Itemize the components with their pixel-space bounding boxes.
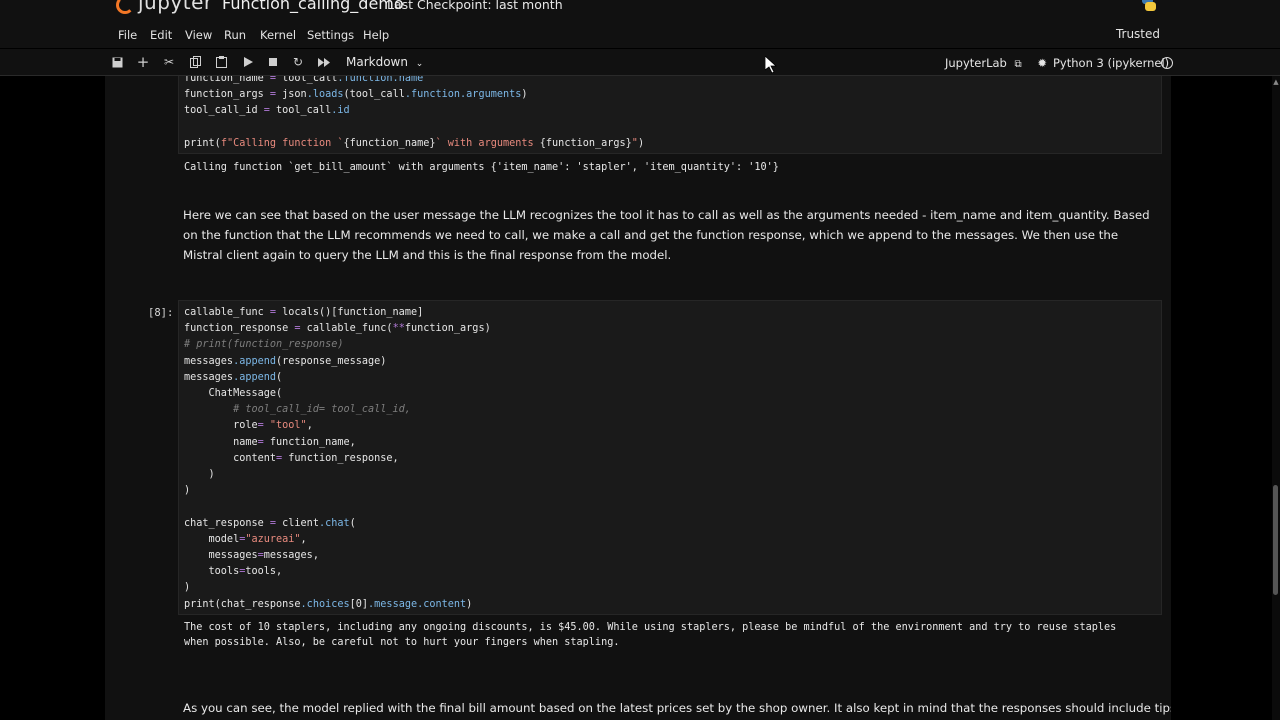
menu-help[interactable]: Help	[363, 28, 389, 42]
cell-type-label: Markdown	[346, 55, 408, 69]
scrollbar-thumb[interactable]	[1273, 485, 1278, 595]
menu-settings[interactable]: Settings	[307, 28, 354, 42]
menu-run[interactable]: Run	[224, 28, 246, 42]
checkpoint-status: Last Checkpoint: last month	[387, 0, 563, 12]
code-cell-input[interactable]: callable_func = locals()[function_name] …	[178, 300, 1162, 615]
jupyter-logo[interactable]: jupyter	[116, 0, 213, 14]
mouse-cursor-icon	[765, 56, 777, 74]
python-logo-icon	[1142, 0, 1156, 11]
code-editor[interactable]: callable_func = locals()[function_name] …	[184, 305, 491, 613]
scroll-up-arrow-icon[interactable]: ▲	[1272, 78, 1280, 88]
fast-forward-icon[interactable]	[316, 54, 332, 70]
notebook-title[interactable]: Function_calling_demo	[222, 0, 404, 13]
notebook-toolbar: + ✂ ↻ Markdown ⌄ JupyterLab ⧉ ✹ Python 3…	[0, 49, 1280, 76]
top-header: jupyter Function_calling_demo Last Check…	[0, 0, 1280, 22]
trusted-indicator[interactable]: Trusted	[1116, 27, 1160, 41]
cell-type-dropdown[interactable]: Markdown ⌄	[346, 55, 423, 69]
copy-icon[interactable]	[187, 54, 203, 70]
menu-edit[interactable]: Edit	[150, 28, 172, 42]
code-cell-input[interactable]: function_name = tool_call.function.name …	[178, 76, 1162, 154]
external-link-icon: ⧉	[1014, 59, 1022, 70]
markdown-cell[interactable]: As you can see, the model replied with t…	[183, 698, 1171, 718]
cell-output-line: when possible. Also, be careful not to h…	[184, 637, 620, 648]
menu-kernel[interactable]: Kernel	[260, 28, 296, 42]
save-icon[interactable]	[109, 54, 125, 70]
settings-gear-icon[interactable]: ✹	[1037, 56, 1047, 70]
execution-count: [8]:	[148, 307, 174, 319]
menu-file[interactable]: File	[118, 28, 137, 42]
cell-output-line: The cost of 10 staplers, including any o…	[184, 622, 1117, 633]
markdown-cell[interactable]: Here we can see that based on the user m…	[183, 205, 1153, 265]
jupyterlab-link[interactable]: JupyterLab ⧉ ✹	[945, 56, 1047, 70]
jupyterlab-link-label: JupyterLab	[945, 56, 1007, 70]
cut-icon[interactable]: ✂	[161, 54, 177, 70]
menu-bar: File Edit View Run Kernel Settings Help …	[0, 22, 1280, 48]
kernel-status-icon	[1161, 57, 1173, 69]
kernel-name[interactable]: Python 3 (ipykernel)	[1053, 56, 1169, 70]
run-icon[interactable]	[240, 54, 256, 70]
restart-icon[interactable]: ↻	[290, 54, 306, 70]
chevron-down-icon: ⌄	[415, 59, 424, 69]
jupyter-logo-text: jupyter	[138, 0, 213, 14]
menu-view[interactable]: View	[185, 28, 212, 42]
jupyter-logo-icon	[116, 0, 134, 14]
cell-output: Calling function `get_bill_amount` with …	[184, 162, 779, 173]
code-editor[interactable]: function_name = tool_call.function.name …	[184, 76, 644, 152]
add-cell-icon[interactable]: +	[135, 53, 151, 71]
paste-icon[interactable]	[213, 54, 229, 70]
notebook-panel: function_name = tool_call.function.name …	[105, 76, 1171, 720]
stop-icon[interactable]	[265, 54, 281, 70]
vertical-scrollbar[interactable]	[1272, 76, 1280, 720]
